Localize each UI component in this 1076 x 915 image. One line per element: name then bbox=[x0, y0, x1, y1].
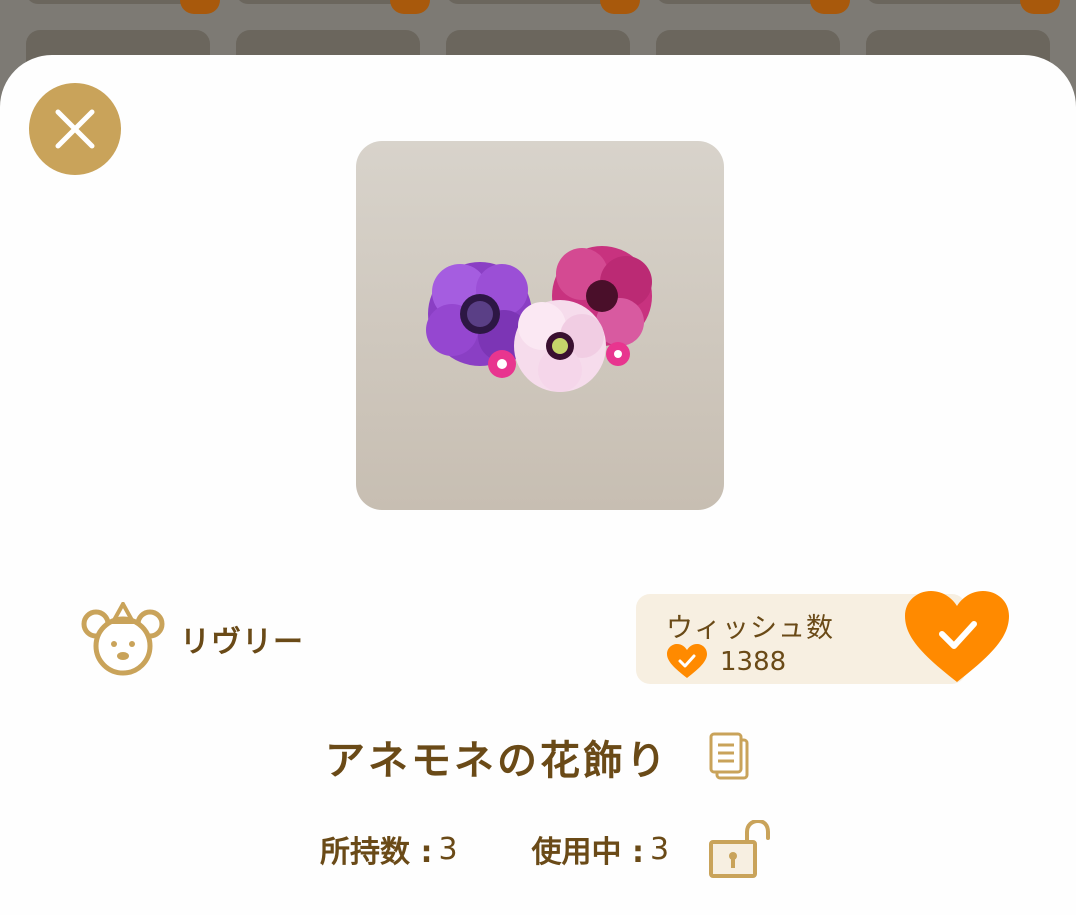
unlock-icon[interactable] bbox=[709, 820, 771, 878]
owned-count-value: 3 bbox=[438, 831, 458, 867]
close-icon bbox=[55, 109, 95, 149]
background-badge bbox=[600, 0, 640, 14]
item-title: アネモネの花飾り bbox=[325, 738, 669, 784]
wish-toggle-button[interactable] bbox=[902, 590, 1012, 686]
owned-count-label: 所持数 : bbox=[320, 835, 433, 870]
anemone-flower-image bbox=[426, 245, 652, 392]
background-badge bbox=[390, 0, 430, 14]
item-image bbox=[356, 141, 724, 510]
heart-icon bbox=[667, 644, 707, 678]
wish-count-value: 1388 bbox=[720, 647, 787, 677]
wish-count-row: 1388 bbox=[666, 644, 786, 680]
brand: リヴリー bbox=[80, 602, 304, 676]
background-badge bbox=[1020, 0, 1060, 14]
copy-icon[interactable] bbox=[709, 732, 751, 782]
wish-count-label: ウィッシュ数 bbox=[666, 613, 834, 644]
heart-check-icon bbox=[905, 591, 1009, 682]
in-use-count-value: 3 bbox=[650, 831, 670, 867]
bear-logo-icon bbox=[81, 602, 165, 676]
background-badge bbox=[180, 0, 220, 14]
background-badge bbox=[810, 0, 850, 14]
item-title-row: アネモネの花飾り bbox=[0, 728, 1076, 786]
brand-name: リヴリー bbox=[180, 625, 304, 660]
close-button[interactable] bbox=[29, 83, 121, 175]
in-use-count-label: 使用中 : bbox=[531, 835, 644, 870]
item-stats-row: 所持数 : 3 使用中 : 3 bbox=[320, 820, 771, 878]
